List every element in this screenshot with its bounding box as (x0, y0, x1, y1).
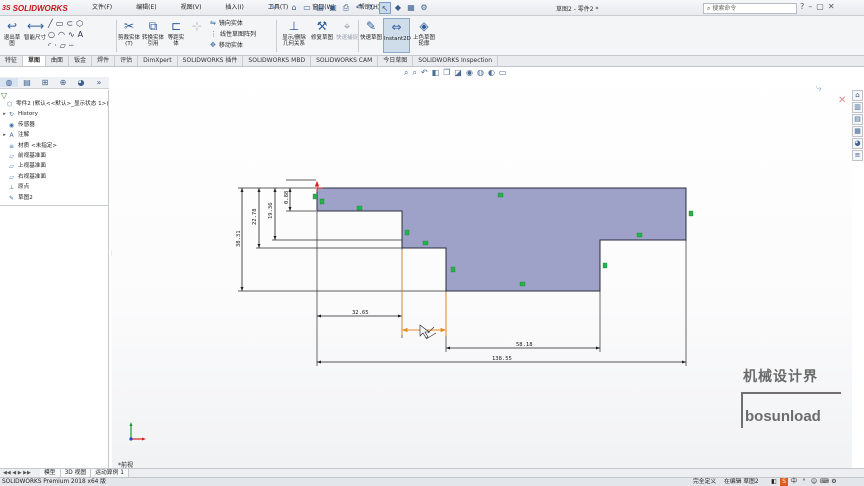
vertical-relation-icon[interactable] (450, 266, 456, 273)
tab-motion-study[interactable]: 运动算例 1 (91, 469, 129, 477)
custom-properties-icon[interactable]: ≡ (852, 150, 863, 161)
watermark-logo: bosunload (741, 392, 841, 428)
rebuild-status-icon[interactable]: ◧ (770, 478, 778, 486)
dim-text-138-55[interactable]: 138.55 (492, 356, 512, 362)
dim-text-32-65[interactable]: 32.65 (352, 310, 369, 316)
dim-text-19-36[interactable]: 19.36 (268, 202, 274, 219)
vertical-relation-icon[interactable] (688, 210, 694, 217)
bottom-tabs: ◀◀ ◀ ▶ ▶▶ 模型 3D 视图 运动算例 1 (0, 468, 864, 477)
heads-up-view-toolbar: ⌕ ⌕ ↶ ◧ ❒ ◪ ◉ ◍ ◐ ▭ (404, 68, 506, 78)
horizontal-relation-icon[interactable] (497, 192, 504, 198)
punctuation-icon[interactable]: ° (800, 478, 808, 486)
cancel-sketch-icon[interactable]: ✕ (838, 95, 846, 106)
dim-text-58-18[interactable]: 58.18 (516, 342, 533, 348)
watermark-title: 机械设计界 (743, 369, 818, 385)
product-version: SOLIDWORKS Premium 2018 x64 版 (2, 479, 106, 485)
vertical-relation-icon[interactable] (312, 193, 318, 200)
horizontal-relation-icon[interactable] (636, 232, 643, 238)
dim-text-38-31[interactable]: 38.31 (236, 230, 242, 247)
status-icons: ◧ S 中 ° ☺ ⌨ ⚙ (770, 478, 838, 486)
dim-text-22-78[interactable]: 22.78 (252, 208, 258, 225)
edit-appearance-icon[interactable]: ◍ (477, 68, 484, 78)
design-library-icon[interactable]: ▥ (852, 102, 863, 113)
task-pane-tabs: ⌂ ▥ ▤ ▦ ◕ ≡ (852, 90, 864, 161)
horizontal-relation-icon[interactable] (519, 281, 526, 287)
tab-3d-views[interactable]: 3D 视图 (60, 469, 92, 477)
confirmation-corner-icon[interactable]: ⤷ (816, 83, 822, 94)
hide-show-icon[interactable]: ◉ (466, 68, 473, 78)
sogou-input-icon[interactable]: S (780, 478, 788, 486)
sketch-profile-region[interactable] (316, 187, 687, 292)
solidworks-window: 3S SOLIDWORKS 文件(F) 编辑(E) 视图(V) 插入(I) 工具… (0, 0, 864, 486)
sketch-state: 完全定义 (693, 479, 717, 485)
view-settings-icon[interactable]: ▭ (499, 68, 507, 78)
status-bar: SOLIDWORKS Premium 2018 x64 版 完全定义 在编辑 草… (0, 477, 864, 486)
editing-status: 在编辑 草图2 (724, 479, 759, 485)
view-orientation-icon[interactable]: ❒ (443, 68, 450, 78)
file-explorer-icon[interactable]: ▤ (852, 114, 863, 125)
keyboard-icon[interactable]: ⌨ (820, 478, 829, 486)
vertical-relation-icon[interactable] (404, 229, 410, 236)
zoom-area-icon[interactable]: ⌕ (412, 68, 416, 78)
scene-icon[interactable]: ◐ (488, 68, 495, 78)
section-view-icon[interactable]: ◧ (432, 68, 440, 78)
preview-dimension (401, 250, 447, 336)
horizontal-relation-icon[interactable] (422, 240, 429, 246)
watermark-text: bosunload (745, 408, 821, 425)
appearances-icon[interactable]: ◕ (852, 138, 863, 149)
display-style-icon[interactable]: ◪ (454, 68, 462, 78)
coincident-relation-icon[interactable] (319, 198, 325, 205)
horizontal-relation-icon[interactable] (356, 205, 363, 211)
language-icon[interactable]: 中 (790, 478, 798, 486)
solidworks-resources-icon[interactable]: ⌂ (852, 90, 863, 101)
tab-scroll-arrows-icon[interactable]: ◀◀ ◀ ▶ ▶▶ (0, 469, 40, 477)
zoom-to-fit-icon[interactable]: ⌕ (404, 68, 408, 78)
tab-model[interactable]: 模型 (40, 469, 61, 477)
vertical-relation-icon[interactable] (602, 262, 608, 269)
dimension-cursor-icon (419, 324, 437, 340)
view-palette-icon[interactable]: ▦ (852, 126, 863, 137)
coordinate-triad-icon (129, 422, 146, 441)
emoji-icon[interactable]: ☺ (810, 478, 818, 486)
settings-icon[interactable]: ⚙ (830, 478, 838, 486)
dim-text-0-88[interactable]: 0.88 (284, 191, 290, 204)
previous-view-icon[interactable]: ↶ (421, 68, 428, 78)
